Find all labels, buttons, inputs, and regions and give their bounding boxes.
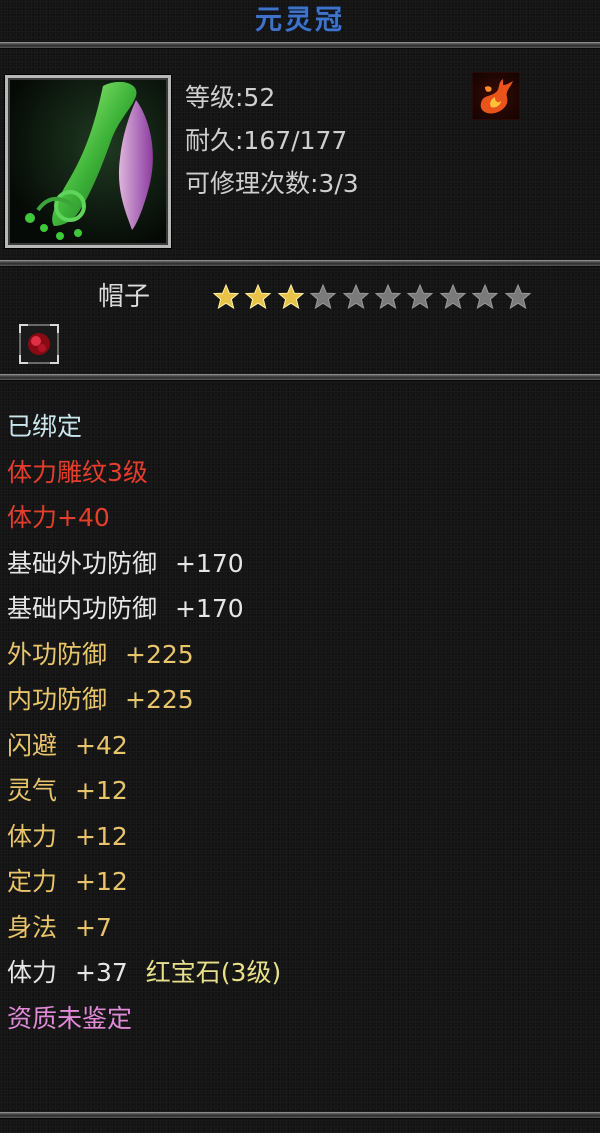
property-row: 基础外功防御 +170 xyxy=(7,541,281,587)
property-label: 基础内功防御 xyxy=(7,594,158,623)
star-empty-icon xyxy=(439,283,467,311)
star-empty-icon xyxy=(374,283,402,311)
star-filled-icon xyxy=(277,283,305,311)
property-label: 身法 xyxy=(7,912,58,942)
property-value: +7 xyxy=(75,912,112,942)
property-label: 体力 xyxy=(7,821,58,851)
item-tooltip: 元灵冠 等级:52 耐久:167/177 可修理次数:3/3 帽子 已绑定 体力… xyxy=(0,0,600,1133)
property-row: 体力雕纹3级 xyxy=(7,450,281,496)
star-empty-icon xyxy=(342,283,370,311)
property-value: +225 xyxy=(125,639,194,669)
item-durability: 耐久:167/177 xyxy=(185,126,348,155)
property-row: 已绑定 xyxy=(7,404,281,450)
hat-item-icon xyxy=(5,75,171,248)
property-value: +12 xyxy=(75,821,128,851)
star-empty-icon xyxy=(504,283,532,311)
property-row: 灵气 +12 xyxy=(7,768,281,814)
item-quality: 资质未鉴定 xyxy=(7,1003,133,1033)
property-label: 体力雕纹3级 xyxy=(7,457,148,487)
divider-bottom xyxy=(0,1112,600,1119)
property-label: 内功防御 xyxy=(7,685,108,714)
item-slot-type: 帽子 xyxy=(98,282,151,312)
star-filled-icon xyxy=(212,283,240,311)
property-row: 身法 +7 xyxy=(7,905,281,951)
property-row: 内功防御 +225 xyxy=(7,677,281,723)
property-list: 已绑定体力雕纹3级 体力+40 基础外功防御 +170 基础内功防御 +170 外功防御 +2… xyxy=(7,404,281,1041)
property-label: 闪避 xyxy=(7,730,58,760)
property-label: 定力 xyxy=(7,867,58,896)
item-repair-count: 可修理次数:3/3 xyxy=(185,169,359,198)
property-value: +12 xyxy=(75,776,128,805)
property-label: 基础外功防御 xyxy=(7,548,158,578)
star-filled-icon xyxy=(244,283,272,311)
property-row: 基础内功防御 +170 xyxy=(7,586,281,632)
item-stats: 等级:52 耐久:167/177 可修理次数:3/3 xyxy=(185,76,359,205)
property-value: +42 xyxy=(75,730,128,760)
property-value: +170 xyxy=(175,548,244,578)
gem-stat-value: +37 xyxy=(75,958,128,987)
property-row: 外功防御 +225 xyxy=(7,632,281,678)
property-row: 体力+40 xyxy=(7,495,281,541)
property-row: 定力 +12 xyxy=(7,859,281,905)
star-empty-icon xyxy=(309,283,337,311)
property-label: 体力+40 xyxy=(7,503,110,532)
property-value: +170 xyxy=(175,594,244,623)
property-label: 外功防御 xyxy=(7,639,108,669)
item-level: 等级:52 xyxy=(185,83,276,112)
star-empty-icon xyxy=(406,283,434,311)
property-label: 灵气 xyxy=(7,776,58,805)
property-label: 已绑定 xyxy=(7,412,83,441)
item-title: 元灵冠 xyxy=(255,5,345,36)
gem-bonus-row: 体力 +37 红宝石(3级) xyxy=(7,950,281,996)
gem-name: 红宝石(3级) xyxy=(145,958,282,987)
ruby-socket-icon xyxy=(18,323,60,365)
property-value: +12 xyxy=(75,867,128,896)
gem-stat-label: 体力 xyxy=(7,958,58,987)
property-row: 体力 +12 xyxy=(7,814,281,860)
divider-properties xyxy=(0,374,600,381)
star-empty-icon xyxy=(471,283,499,311)
divider-top xyxy=(0,42,600,49)
divider-header xyxy=(0,260,600,267)
fire-emblem-icon xyxy=(472,72,520,120)
property-row: 闪避 +42 xyxy=(7,723,281,769)
property-value: +225 xyxy=(125,685,194,714)
